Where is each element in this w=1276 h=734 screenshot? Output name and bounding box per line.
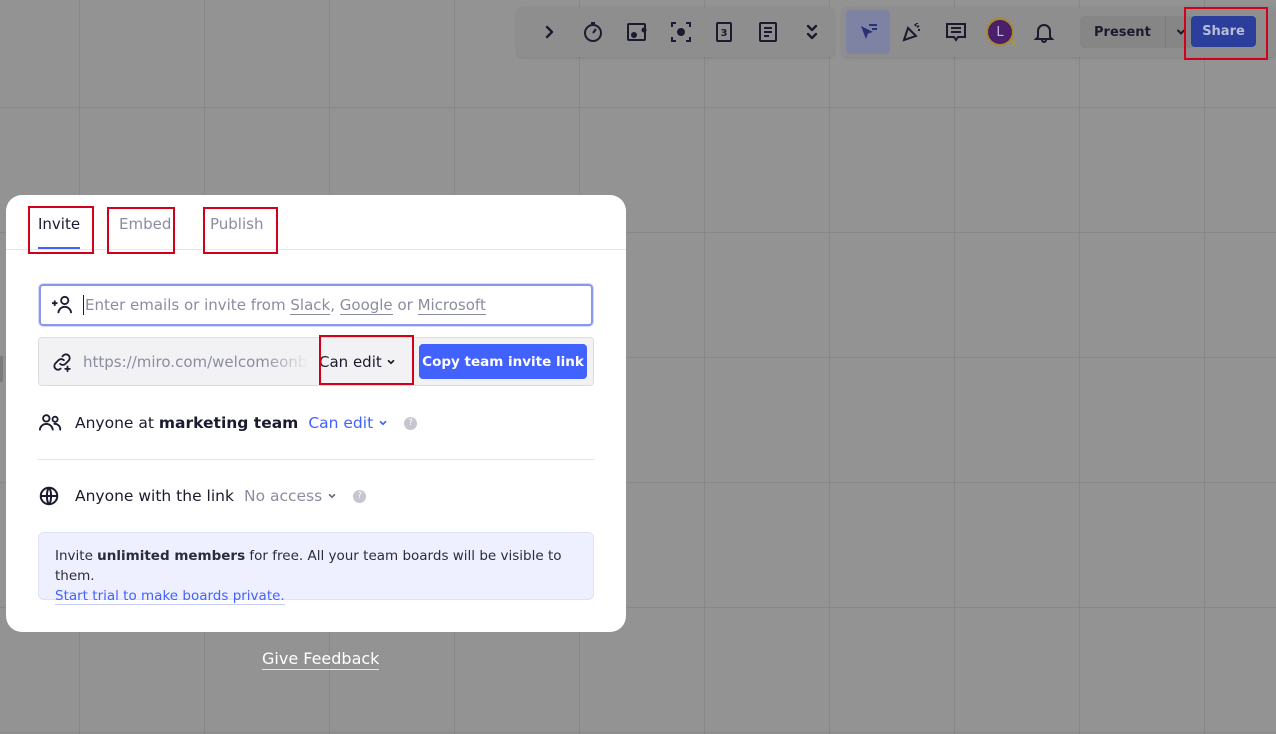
section-divider bbox=[38, 459, 594, 460]
voting-icon bbox=[626, 23, 647, 41]
email-input-placeholder: Enter emails or invite from Slack, Googl… bbox=[85, 296, 486, 315]
lightning-icon: ⚡ bbox=[1010, 37, 1018, 50]
tab-invite[interactable]: Invite bbox=[38, 215, 81, 249]
chevron-down-icon bbox=[328, 493, 336, 499]
avatar: L ⚡ bbox=[986, 18, 1018, 50]
give-feedback-link[interactable]: Give Feedback bbox=[262, 649, 380, 670]
tab-embed[interactable]: Embed bbox=[119, 215, 171, 233]
tab-publish[interactable]: Publish bbox=[210, 215, 263, 233]
notifications-button[interactable] bbox=[1022, 10, 1066, 54]
link-permission-dropdown[interactable]: No access bbox=[244, 487, 337, 505]
link-access-row: Anyone with the link No access ? bbox=[38, 485, 367, 507]
card-count-button[interactable]: 3 bbox=[702, 10, 746, 54]
present-group: Present bbox=[1080, 16, 1196, 48]
card-count-icon: 3 bbox=[716, 22, 733, 42]
notes-button[interactable] bbox=[746, 10, 790, 54]
voting-button[interactable] bbox=[615, 10, 659, 54]
user-avatar-button[interactable]: L ⚡ bbox=[978, 10, 1022, 54]
globe-icon bbox=[38, 485, 62, 507]
link-access-label: Anyone with the link bbox=[75, 487, 234, 505]
team-icon bbox=[38, 412, 62, 434]
attention-focus-icon bbox=[670, 22, 691, 42]
link-permission-select[interactable]: Can edit bbox=[319, 353, 396, 371]
cursor-select-button[interactable] bbox=[846, 10, 890, 54]
timer-button[interactable] bbox=[571, 10, 615, 54]
comments-button[interactable] bbox=[934, 10, 978, 54]
copy-invite-link-button[interactable]: Copy team invite link bbox=[419, 344, 587, 379]
team-permission-dropdown[interactable]: Can edit bbox=[308, 414, 388, 432]
collaboration-toolbar: 3 bbox=[517, 7, 834, 57]
info-text: Invite unlimited members for free. All y… bbox=[55, 548, 562, 584]
link-access-help-icon[interactable]: ? bbox=[353, 489, 367, 503]
chevron-down-icon bbox=[1176, 29, 1185, 35]
chevron-right-icon bbox=[545, 25, 554, 39]
side-panel-handle[interactable] bbox=[0, 356, 3, 382]
team-access-help-icon[interactable]: ? bbox=[404, 416, 418, 430]
google-link[interactable]: Google bbox=[339, 296, 393, 315]
link-icon bbox=[51, 351, 73, 373]
comments-icon bbox=[946, 23, 966, 42]
text-caret bbox=[83, 295, 84, 315]
double-chevron-down-icon bbox=[806, 24, 818, 40]
start-trial-link[interactable]: Start trial to make boards private. bbox=[55, 588, 285, 605]
avatar-initial: L bbox=[996, 24, 1004, 40]
upgrade-info-box: Invite unlimited members for free. All y… bbox=[38, 532, 594, 605]
share-dialog: Invite Embed Publish Enter emails or inv… bbox=[6, 195, 626, 632]
chevron-down-icon bbox=[387, 359, 395, 364]
more-tools-button[interactable] bbox=[790, 10, 834, 54]
slack-link[interactable]: Slack bbox=[290, 296, 331, 315]
share-tabs: Invite Embed Publish bbox=[6, 195, 626, 250]
celebrate-icon bbox=[902, 23, 920, 42]
present-button[interactable]: Present bbox=[1080, 16, 1166, 48]
celebrate-button[interactable] bbox=[890, 10, 934, 54]
svg-text:3: 3 bbox=[721, 28, 728, 39]
invite-link-row: https://miro.com/welcomeonboard/ Can edi… bbox=[38, 337, 594, 386]
notes-icon bbox=[759, 22, 778, 42]
team-access-row: Anyone at marketing team Can edit ? bbox=[38, 412, 418, 434]
team-access-label: Anyone at marketing team bbox=[75, 414, 299, 432]
add-user-icon bbox=[51, 295, 73, 315]
invite-link-url[interactable]: https://miro.com/welcomeonboard/ bbox=[83, 353, 309, 371]
attention-focus-button[interactable] bbox=[659, 10, 703, 54]
email-invite-input[interactable]: Enter emails or invite from Slack, Googl… bbox=[39, 284, 593, 326]
expand-toolbar-button[interactable] bbox=[527, 10, 571, 54]
timer-icon bbox=[583, 22, 602, 42]
cursor-select-icon bbox=[861, 24, 877, 39]
chevron-down-icon bbox=[379, 420, 387, 426]
bell-icon bbox=[1033, 24, 1055, 43]
share-button[interactable]: Share bbox=[1191, 16, 1256, 47]
microsoft-link[interactable]: Microsoft bbox=[417, 296, 486, 315]
